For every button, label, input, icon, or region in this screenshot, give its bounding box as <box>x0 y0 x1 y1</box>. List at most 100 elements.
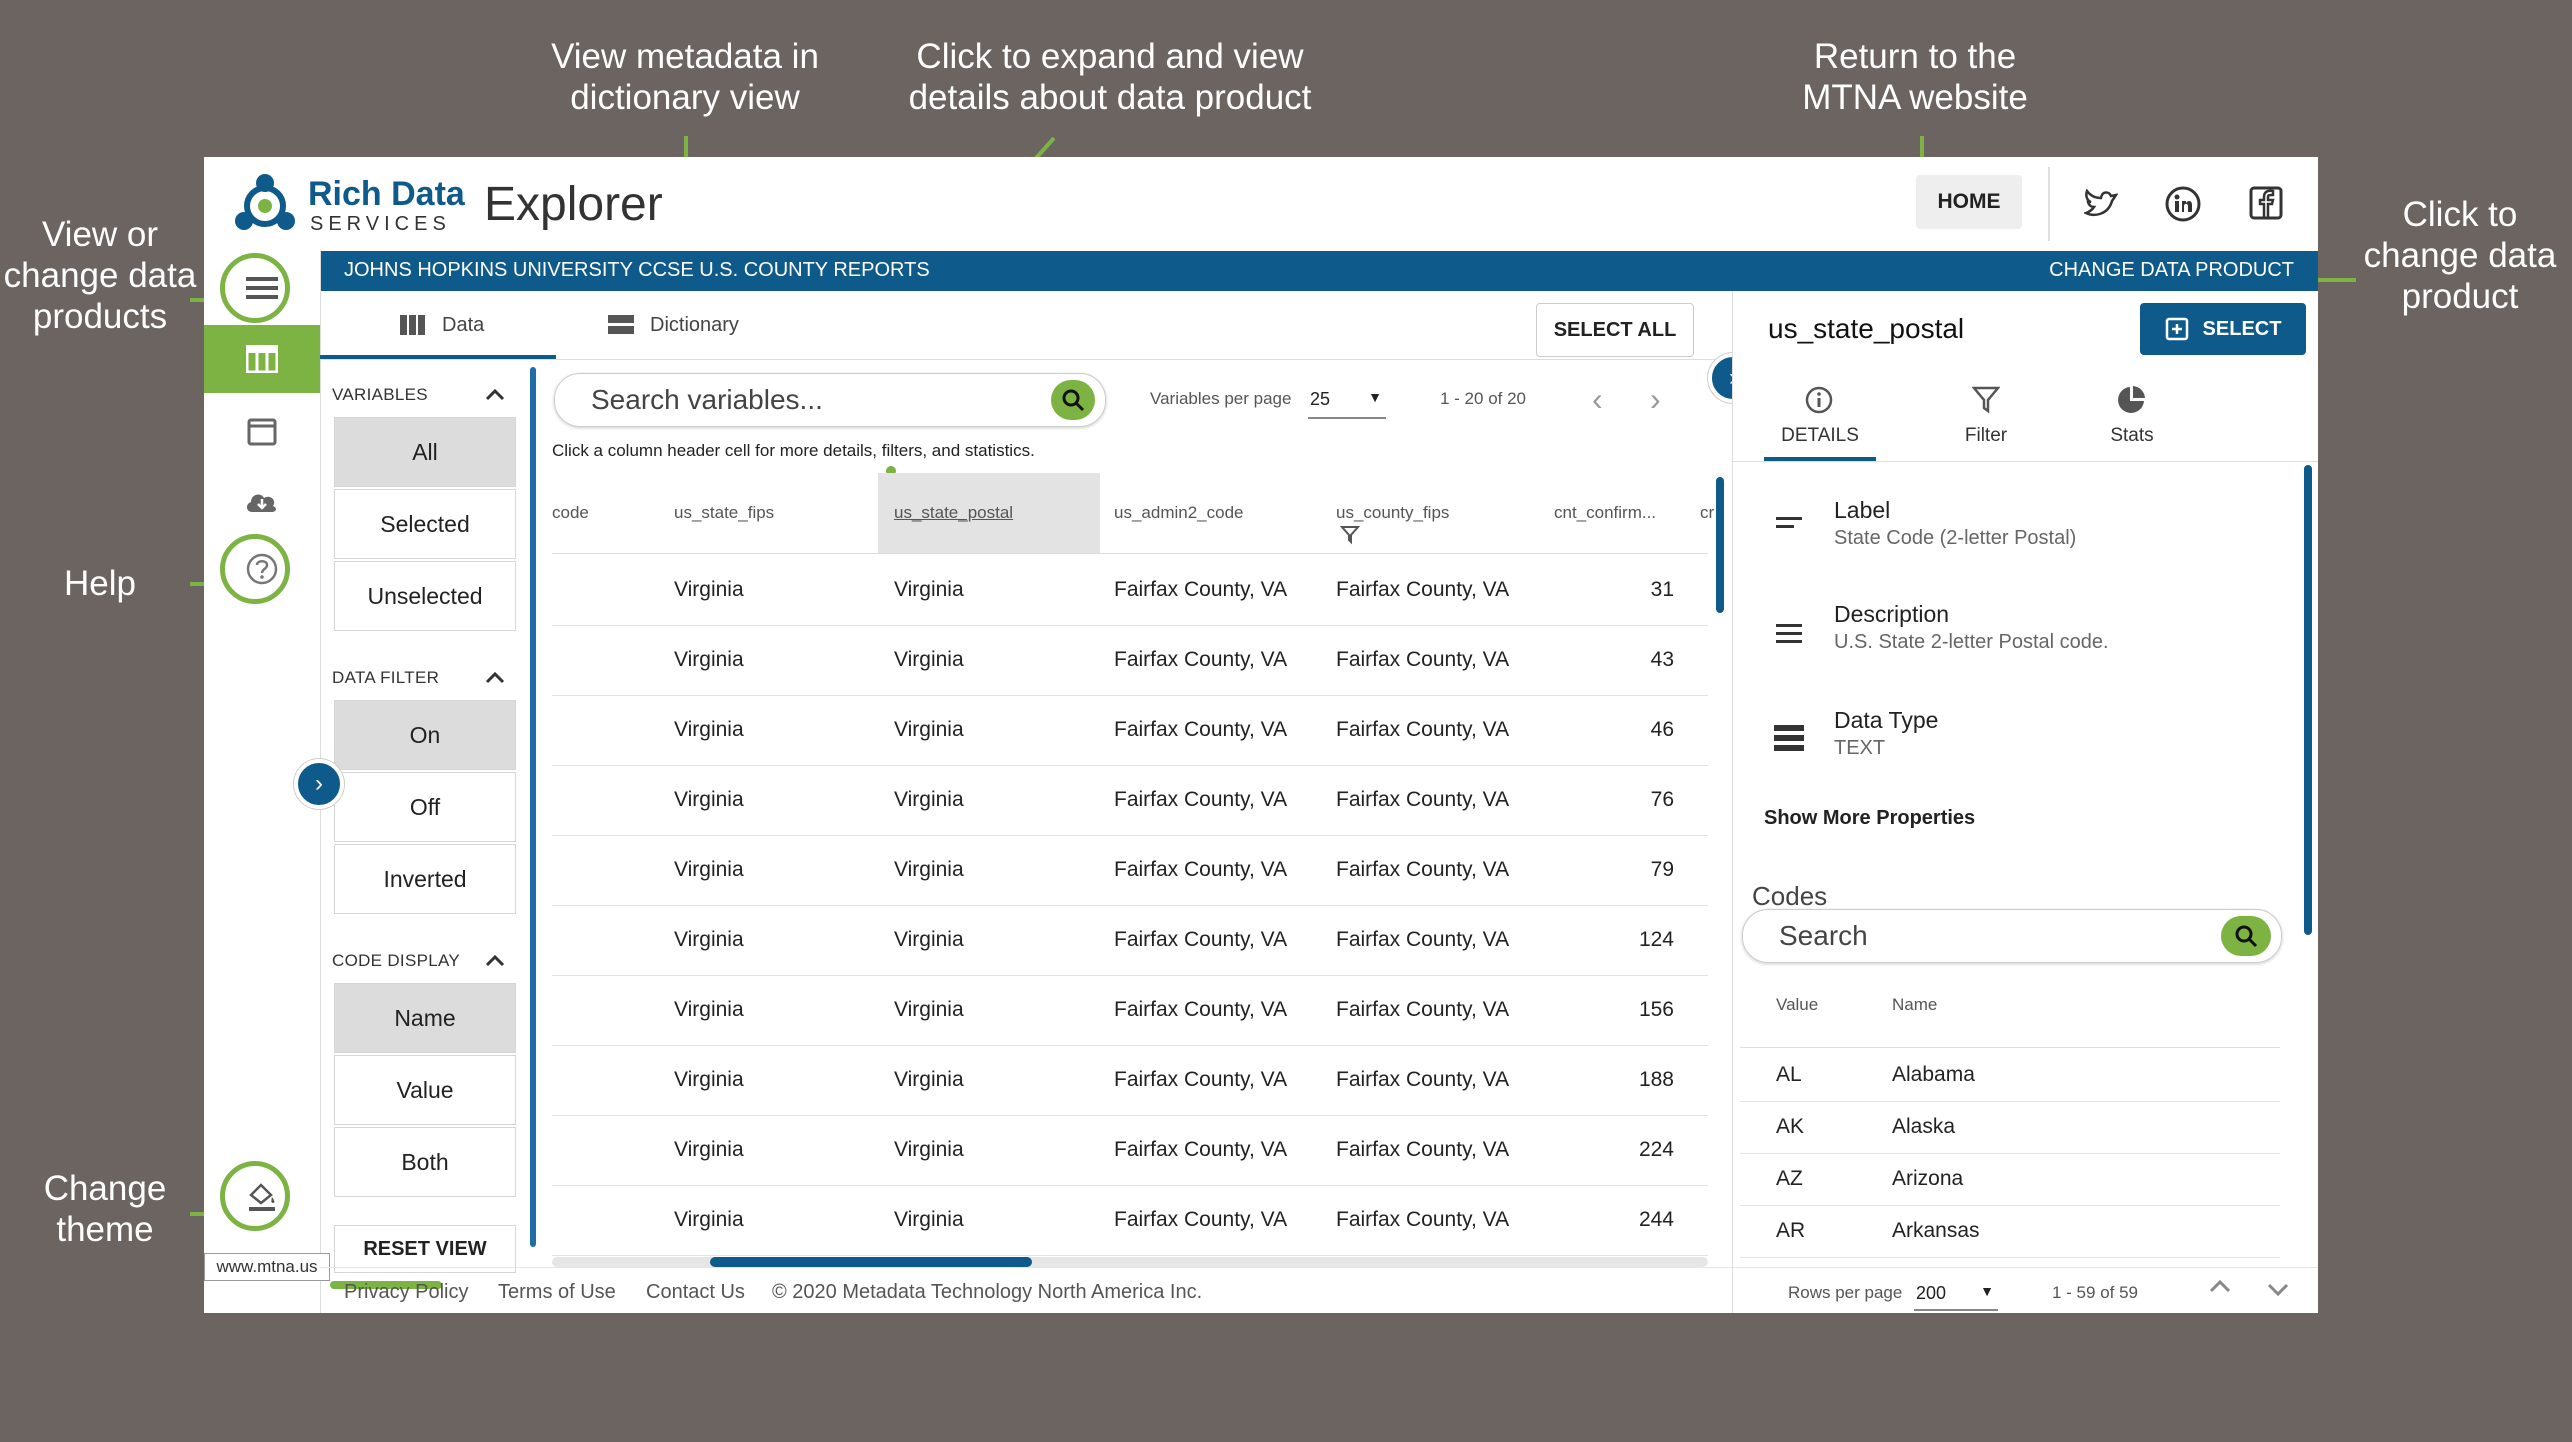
rail-window[interactable] <box>204 397 320 467</box>
table-cell: Virginia <box>674 578 744 601</box>
divider <box>1732 461 2318 462</box>
table-row[interactable]: Virginia Virginia Fairfax County, VA Fairfa… <box>552 1045 1708 1116</box>
table-cell: Fairfax County, VA <box>1114 1208 1288 1231</box>
callout-view-products: View or change data products <box>3 215 197 336</box>
detail-scrollbar[interactable] <box>2304 465 2312 935</box>
column-header-us-state-postal[interactable]: us_state_postal <box>894 473 1013 553</box>
dropdown-arrow-icon: ▼ <box>1980 1283 1994 1299</box>
table-cell-number: 46 <box>1650 718 1674 741</box>
chevron-down-icon[interactable] <box>2266 1279 2290 1299</box>
expand-sidebar-button[interactable]: › <box>294 759 344 809</box>
table-cell: Fairfax County, VA <box>1114 998 1288 1021</box>
change-product-button[interactable]: CHANGE DATA PRODUCT <box>2049 259 2294 282</box>
table-row[interactable]: Virginia Virginia Fairfax County, VA Fairfa… <box>552 975 1708 1046</box>
search-input[interactable]: Search variables... <box>591 384 823 416</box>
table-row[interactable]: Virginia Virginia Fairfax County, VA Fairfa… <box>552 835 1708 906</box>
column-header-us-admin2-code[interactable]: us_admin2_code <box>1114 473 1243 553</box>
column-header-code[interactable]: code <box>552 473 589 553</box>
table-row[interactable]: Virginia Virginia Fairfax County, VA Fairfa… <box>552 905 1708 976</box>
chevron-up-icon[interactable] <box>484 666 506 688</box>
code-value[interactable]: Value <box>334 1055 516 1125</box>
footer-privacy-link[interactable]: Privacy Policy <box>344 1281 468 1304</box>
app-title: Explorer <box>484 178 663 231</box>
variables-all[interactable]: All <box>334 417 516 487</box>
code-row[interactable]: AR Arkansas <box>1740 1205 2280 1258</box>
rail-help[interactable] <box>204 534 320 604</box>
reset-view-button[interactable]: RESET VIEW <box>334 1225 516 1273</box>
variables-selected[interactable]: Selected <box>334 489 516 559</box>
tab-stats[interactable]: Stats <box>2076 381 2188 457</box>
window-icon <box>247 418 277 446</box>
chevron-up-icon[interactable] <box>484 383 506 405</box>
add-box-icon <box>2165 317 2188 341</box>
codes-search[interactable]: Search <box>1742 909 2282 963</box>
dictionary-icon <box>608 315 634 334</box>
tab-details[interactable]: DETAILS <box>1764 381 1876 457</box>
column-header-us-state-fips[interactable]: us_state_fips <box>674 473 774 553</box>
home-button[interactable]: HOME <box>1916 175 2022 229</box>
variables-unselected[interactable]: Unselected <box>334 561 516 631</box>
table-cell: Fairfax County, VA <box>1336 928 1510 951</box>
tab-filter[interactable]: Filter <box>1930 381 2042 457</box>
rows-per-page-select[interactable]: 200 ▼ <box>1914 1273 1998 1311</box>
filter-inverted[interactable]: Inverted <box>334 844 516 914</box>
prev-page-icon[interactable]: ‹ <box>1592 381 1603 418</box>
variable-search[interactable]: Search variables... <box>554 373 1106 427</box>
table-row[interactable]: Virginia Virginia Fairfax County, VA Fairfa… <box>552 555 1708 626</box>
facebook-icon[interactable] <box>2248 185 2284 221</box>
product-bar: JOHNS HOPKINS UNIVERSITY CCSE U.S. COUNT… <box>204 251 2318 291</box>
sidebar-scrollbar[interactable] <box>530 367 536 1247</box>
code-row[interactable]: AK Alaska <box>1740 1101 2280 1154</box>
table-cell: Virginia <box>674 718 744 741</box>
tab-data[interactable]: Data <box>400 291 484 359</box>
rail-table[interactable] <box>204 325 320 393</box>
grid-vertical-scrollbar[interactable] <box>1716 477 1724 613</box>
footer-terms-link[interactable]: Terms of Use <box>498 1281 616 1304</box>
rail-products[interactable] <box>204 253 320 323</box>
pie-chart-icon <box>2118 386 2145 413</box>
show-more-properties[interactable]: Show More Properties <box>1764 807 1975 830</box>
codes-search-input[interactable]: Search <box>1779 920 1868 952</box>
code-name: Alabama <box>1892 1063 1975 1086</box>
twitter-icon[interactable] <box>2084 189 2118 219</box>
product-title[interactable]: JOHNS HOPKINS UNIVERSITY CCSE U.S. COUNT… <box>344 259 930 282</box>
column-header-cnt-confirmed[interactable]: cnt_confirm... <box>1554 473 1656 553</box>
search-button[interactable] <box>1051 380 1095 420</box>
rail-theme[interactable] <box>204 1161 320 1231</box>
table-cell: Virginia <box>674 998 744 1021</box>
select-all-button[interactable]: SELECT ALL <box>1536 303 1694 357</box>
code-row[interactable]: AL Alabama <box>1740 1049 2280 1102</box>
rail-download[interactable] <box>204 467 320 537</box>
table-cell: Fairfax County, VA <box>1114 858 1288 881</box>
chevron-up-icon[interactable] <box>2208 1277 2232 1297</box>
data-filter-title: DATA FILTER <box>332 668 440 687</box>
table-row[interactable]: Virginia Virginia Fairfax County, VA Fairfa… <box>552 625 1708 696</box>
code-both[interactable]: Both <box>334 1127 516 1197</box>
chevron-up-icon[interactable] <box>484 949 506 971</box>
tab-dictionary[interactable]: Dictionary <box>608 291 739 359</box>
column-header-truncated[interactable]: cr <box>1700 473 1714 553</box>
grid-horizontal-scrollbar[interactable] <box>710 1257 1032 1267</box>
divider <box>1740 1047 2280 1048</box>
search-icon <box>2235 925 2258 948</box>
table-cell: Virginia <box>894 578 964 601</box>
next-page-icon[interactable]: › <box>1650 381 1661 418</box>
codes-search-button[interactable] <box>2221 916 2271 956</box>
code-row[interactable]: AZ Arizona <box>1740 1153 2280 1206</box>
rows-per-page-label: Rows per page <box>1788 1283 1903 1302</box>
table-row[interactable]: Virginia Virginia Fairfax County, VA Fairfa… <box>552 695 1708 766</box>
detail-variable-name: us_state_postal <box>1768 313 1965 344</box>
filter-off[interactable]: Off <box>334 772 516 842</box>
table-row[interactable]: Virginia Virginia Fairfax County, VA Fairfa… <box>552 1185 1708 1256</box>
code-name[interactable]: Name <box>334 983 516 1053</box>
linkedin-icon[interactable] <box>2164 185 2202 223</box>
filter-icon <box>1340 526 1360 545</box>
table-row[interactable]: Virginia Virginia Fairfax County, VA Fairfa… <box>552 765 1708 836</box>
prop-label-value: State Code (2-letter Postal) <box>1834 527 2077 549</box>
footer-contact-link[interactable]: Contact Us <box>646 1281 745 1304</box>
filter-on[interactable]: On <box>334 700 516 770</box>
table-cell: Virginia <box>894 718 964 741</box>
table-row[interactable]: Virginia Virginia Fairfax County, VA Fairfa… <box>552 1115 1708 1186</box>
detail-select-button[interactable]: SELECT <box>2140 303 2306 355</box>
per-page-select[interactable]: 25 ▼ <box>1308 379 1386 419</box>
